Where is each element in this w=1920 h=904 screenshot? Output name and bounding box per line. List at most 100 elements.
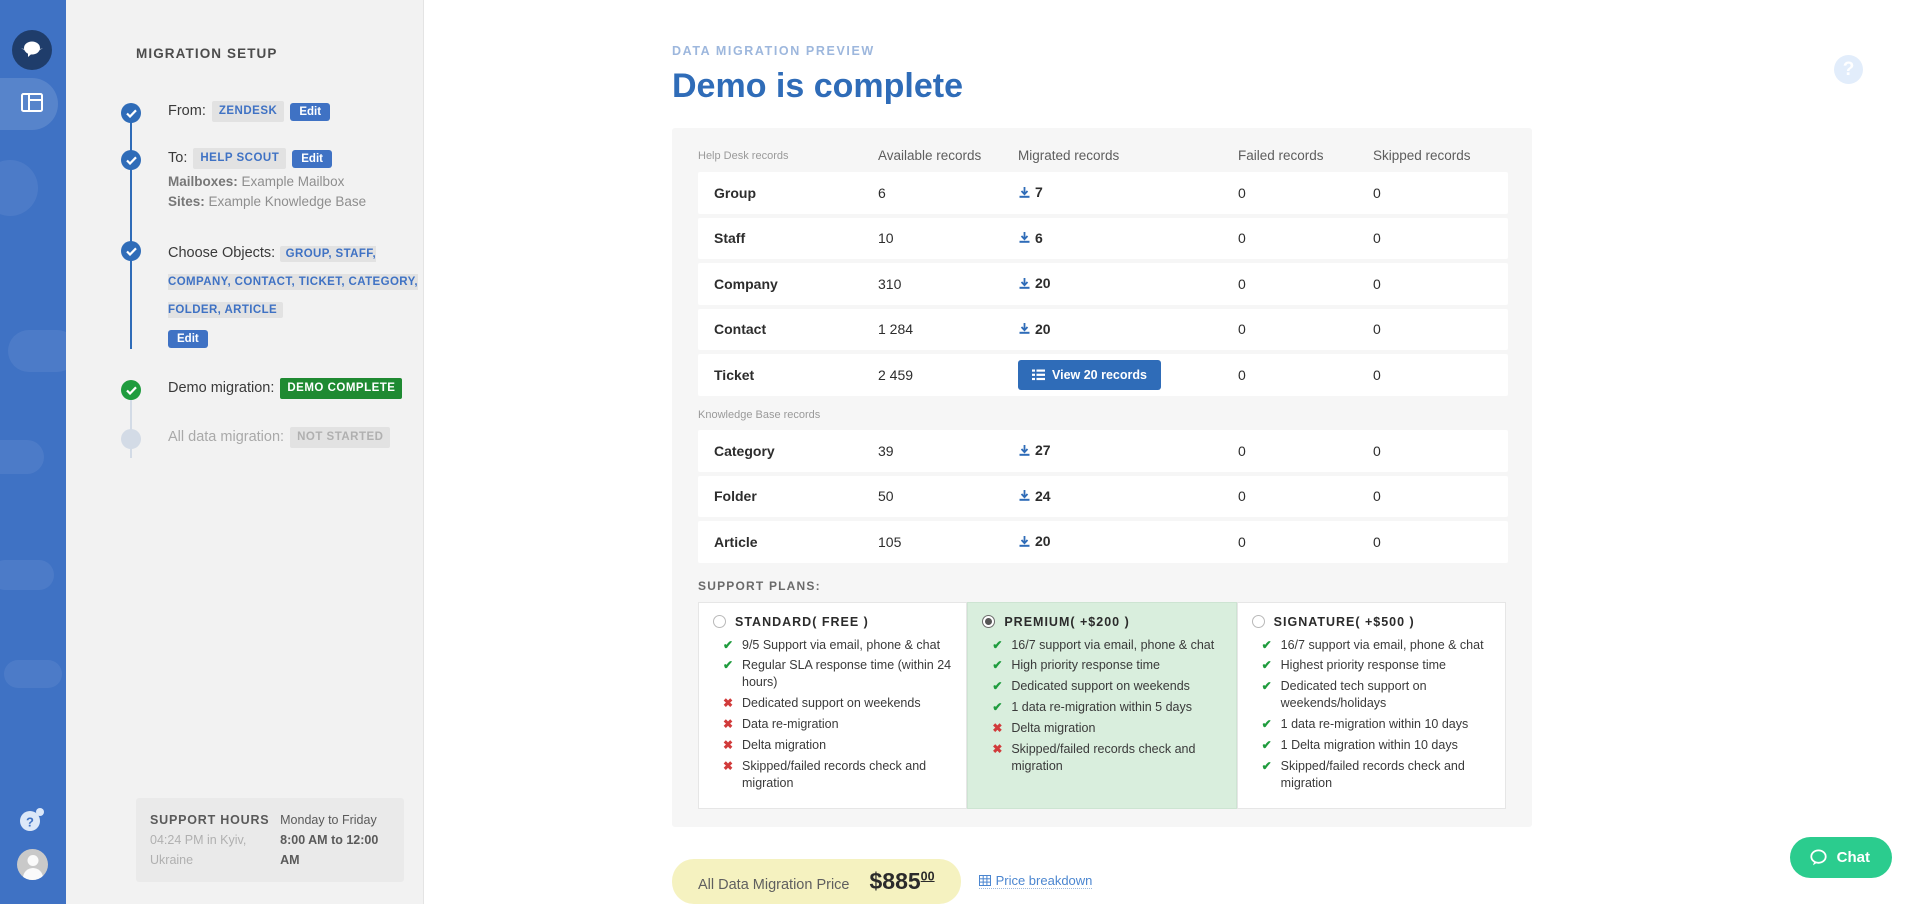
download-records-link[interactable]: 6 (1018, 230, 1043, 246)
check-icon: ✔ (992, 700, 1003, 715)
step-to: To: HELP SCOUT Edit Mailboxes: Example M… (121, 148, 423, 267)
support-hours-times: 8:00 AM to 12:00 AM (280, 833, 379, 867)
plan-feature: ✖ Skipped/failed records check and migrat… (992, 741, 1221, 775)
plan-feature: ✖ Data re-migration (723, 716, 952, 733)
row-migrated: 20 (1018, 308, 1238, 350)
step-status-icon-done (121, 150, 141, 171)
cross-icon: ✖ (723, 737, 734, 752)
cross-icon: ✖ (992, 721, 1003, 735)
main-content: ? DATA MIGRATION PREVIEW Demo is complet… (424, 0, 1920, 904)
plan-header: SIGNATURE( +$500 ) (1251, 614, 1491, 629)
edit-objects-button[interactable]: Edit (168, 330, 208, 349)
plan-name: SIGNATURE( +$500 ) (1273, 614, 1415, 629)
feature-text: 16/7 support via email, phone & chat (1280, 637, 1484, 652)
download-icon (1019, 444, 1030, 456)
feature-text: Dedicated support on weekends (742, 696, 921, 711)
sites-line: Sites: Example Knowledge Base (168, 194, 423, 209)
step-label: Choose Objects: (168, 245, 276, 262)
records-card: Help Desk records Available records Migr… (672, 128, 1532, 827)
download-records-link[interactable]: 20 (1018, 533, 1051, 549)
edit-to-button[interactable]: Edit (292, 149, 332, 168)
plan-name: STANDARD( FREE ) (735, 614, 869, 629)
step-status-icon-complete (121, 380, 141, 401)
user-avatar[interactable] (17, 849, 48, 880)
plan-header: PREMIUM( +$200 ) (982, 615, 1221, 629)
row-available: 50 (878, 475, 1018, 517)
decor-bubble (0, 440, 44, 474)
saturn-planet-logo[interactable] (12, 30, 52, 70)
plan-feature: ✖ Skipped/failed records check and migrat… (723, 758, 952, 792)
plan-radio-premium[interactable] (982, 615, 996, 628)
download-records-link[interactable]: 20 (1018, 321, 1051, 337)
mailboxes-key: Mailboxes: (168, 174, 238, 190)
row-name: Contact (698, 308, 878, 350)
plan-feature: ✔ 9/5 Support via email, phone & chat (723, 637, 952, 654)
feature-text: 1 Delta migration within 10 days (1280, 737, 1458, 752)
edit-from-button[interactable]: Edit (290, 102, 331, 121)
download-records-link[interactable]: 24 (1018, 488, 1051, 504)
feature-text: 9/5 Support via email, phone & chat (742, 637, 941, 652)
app-root: ? MIGRATION SETUP From: ZENDESK Edit To:… (0, 0, 1920, 904)
support-plans-label: SUPPORT PLANS: (698, 578, 821, 593)
download-icon (1019, 490, 1030, 501)
download-records-link[interactable]: 20 (1018, 275, 1051, 291)
download-icon (1019, 232, 1030, 243)
row-name: Category (698, 430, 878, 472)
plan-feature: ✔ 1 data re-migration within 10 days (1262, 716, 1491, 733)
row-available: 1 284 (878, 308, 1018, 350)
plan-radio-standard[interactable] (713, 615, 726, 628)
col-failed-records: Failed records (1238, 148, 1324, 163)
plan-premium[interactable]: PREMIUM( +$200 ) ✔ 16/7 support via email… (967, 601, 1237, 809)
plan-feature: ✖ Delta migration (992, 720, 1221, 737)
migrated-count: 20 (1035, 275, 1051, 291)
help-icon[interactable]: ? (1834, 55, 1863, 84)
col-migrated-records: Migrated records (1018, 148, 1120, 163)
price-label: All Data Migration Price (698, 876, 850, 893)
migration-setup-sidebar: MIGRATION SETUP From: ZENDESK Edit To: H… (66, 0, 424, 904)
plan-name: PREMIUM( +$200 ) (1004, 614, 1130, 629)
table-grid-icon (978, 875, 991, 886)
layout-panel-icon[interactable] (18, 88, 46, 116)
chat-label: Chat (1836, 849, 1870, 866)
download-records-link[interactable]: 27 (1018, 442, 1051, 458)
plan-radio-signature[interactable] (1251, 615, 1265, 628)
table-row: Contact 1 284 20 0 0 (698, 308, 1508, 350)
source-platform-chip: ZENDESK (211, 101, 285, 122)
mailboxes-line: Mailboxes: Example Mailbox (168, 174, 423, 189)
download-records-link[interactable]: 7 (1018, 184, 1043, 200)
plan-standard[interactable]: STANDARD( FREE ) ✔ 9/5 Support via email,… (698, 601, 968, 809)
sites-value: Example Knowledge Base (204, 194, 367, 210)
row-available: 310 (878, 263, 1018, 305)
step-label: All data migration: (168, 429, 285, 446)
support-hours-panel: SUPPORT HOURS 04:24 PM in Kyiv, Ukraine … (136, 798, 404, 882)
view-records-button[interactable]: View 20 records (1018, 360, 1161, 390)
icon-rail: ? (0, 0, 66, 904)
cross-icon: ✖ (723, 758, 734, 773)
price-breakdown-link[interactable]: Price breakdown (978, 873, 1093, 889)
plan-feature: ✔ Skipped/failed records check and migrat… (1262, 758, 1491, 792)
plan-signature[interactable]: SIGNATURE( +$500 ) ✔ 16/7 support via ema… (1236, 601, 1506, 809)
row-skipped: 0 (1373, 308, 1508, 350)
page-eyebrow: DATA MIGRATION PREVIEW (672, 44, 875, 58)
plan-feature: ✔ Highest priority response time (1262, 657, 1491, 674)
row-failed: 0 (1238, 521, 1373, 563)
support-hours-left: SUPPORT HOURS 04:24 PM in Kyiv, Ukraine (150, 810, 280, 870)
price-cents: 00 (920, 868, 935, 883)
table-header-row: Help Desk records Available records Migr… (698, 138, 1508, 172)
row-skipped: 0 (1373, 263, 1508, 305)
check-icon: ✔ (992, 637, 1003, 652)
step-connector (130, 257, 132, 350)
row-available: 10 (878, 217, 1018, 259)
check-icon: ✔ (992, 658, 1003, 673)
row-failed: 0 (1238, 263, 1373, 305)
table-row: Ticket 2 459 View 20 records 0 0 (698, 354, 1508, 396)
step-from: From: ZENDESK Edit (121, 101, 423, 181)
plan-feature: ✖ Dedicated support on weekends (723, 695, 952, 712)
row-available: 2 459 (878, 354, 1018, 396)
view-records-label: View 20 records (1052, 368, 1147, 382)
question-badge-icon[interactable]: ? (18, 806, 46, 834)
check-icon: ✔ (1261, 679, 1272, 694)
chat-widget-button[interactable]: Chat (1789, 837, 1892, 878)
row-migrated: 20 (1018, 521, 1238, 563)
step-demo-migration: Demo migration: DEMO COMPLETE (121, 378, 423, 459)
